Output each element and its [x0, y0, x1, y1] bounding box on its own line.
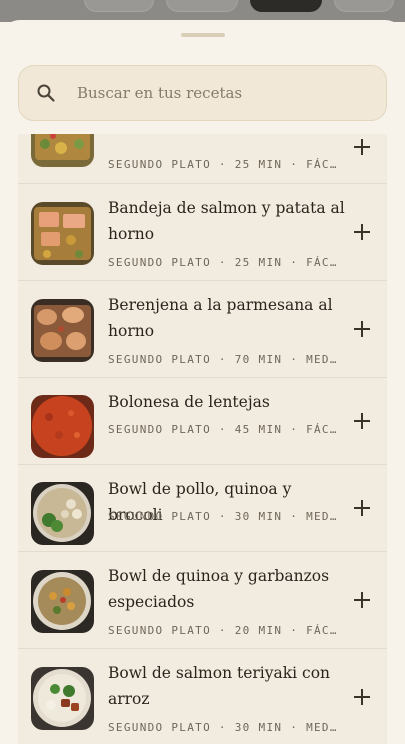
add-icon[interactable] — [353, 223, 371, 241]
recipe-title: Bandeja de salmon y patata al horno — [108, 199, 345, 243]
recipe-meta: SEGUNDO PLATO · 30 MIN · MED… — [108, 510, 338, 523]
recipe-row[interactable]: Bolonesa de lentejas SEGUNDO PLATO · 45 … — [18, 378, 387, 465]
recipe-row[interactable]: horno SEGUNDO PLATO · 25 MIN · FÁC… — [18, 134, 387, 184]
recipe-meta: SEGUNDO PLATO · 45 MIN · FÁC… — [108, 423, 338, 436]
recipe-title: Bowl de quinoa y garbanzos especiados — [108, 567, 330, 611]
background-chip-selected — [250, 0, 322, 12]
background-app-chips — [0, 0, 405, 22]
sheet-drag-handle[interactable] — [181, 33, 225, 37]
search-bar[interactable] — [18, 65, 387, 121]
recipe-meta: SEGUNDO PLATO · 25 MIN · FÁC… — [108, 256, 338, 269]
add-icon[interactable] — [353, 688, 371, 706]
recipe-thumbnail — [31, 395, 94, 458]
add-icon[interactable] — [353, 499, 371, 517]
background-chip — [334, 0, 394, 12]
recipe-meta: SEGUNDO PLATO · 70 MIN · MED… — [108, 353, 338, 366]
recipe-row[interactable]: Berenjena a la parmesana al horno SEGUND… — [18, 281, 387, 378]
recipe-meta: SEGUNDO PLATO · 20 MIN · FÁC… — [108, 624, 338, 637]
recipe-meta: SEGUNDO PLATO · 30 MIN · MED… — [108, 721, 338, 734]
recipe-row[interactable]: Bandeja de salmon y patata al horno SEGU… — [18, 184, 387, 281]
recipe-row[interactable]: Bowl de salmon teriyaki con arroz SEGUND… — [18, 649, 387, 744]
add-icon[interactable] — [353, 320, 371, 338]
recipe-row[interactable]: Bowl de quinoa y garbanzos especiados SE… — [18, 552, 387, 649]
add-icon[interactable] — [353, 138, 371, 156]
add-icon[interactable] — [353, 591, 371, 609]
recipe-thumbnail — [31, 667, 94, 730]
recipe-title: Berenjena a la parmesana al horno — [108, 296, 333, 340]
search-icon — [37, 84, 55, 102]
recipe-thumbnail — [31, 299, 94, 362]
recipe-thumbnail — [31, 482, 94, 545]
background-chip — [84, 0, 154, 12]
recipe-meta: SEGUNDO PLATO · 25 MIN · FÁC… — [108, 158, 338, 171]
recipe-picker-sheet: horno SEGUNDO PLATO · 25 MIN · FÁC… — [0, 20, 405, 744]
add-icon[interactable] — [353, 412, 371, 430]
recipe-thumbnail — [31, 134, 94, 167]
search-input[interactable] — [77, 84, 337, 102]
recipe-row[interactable]: Bowl de pollo, quinoa y brocoli SEGUNDO … — [18, 465, 387, 552]
recipe-thumbnail — [31, 570, 94, 633]
recipe-title: Bolonesa de lentejas — [108, 393, 270, 411]
recipe-title: Bowl de salmon teriyaki con arroz — [108, 664, 331, 708]
recipe-list[interactable]: horno SEGUNDO PLATO · 25 MIN · FÁC… — [18, 134, 387, 744]
background-chip — [166, 0, 238, 12]
recipe-thumbnail — [31, 202, 94, 265]
